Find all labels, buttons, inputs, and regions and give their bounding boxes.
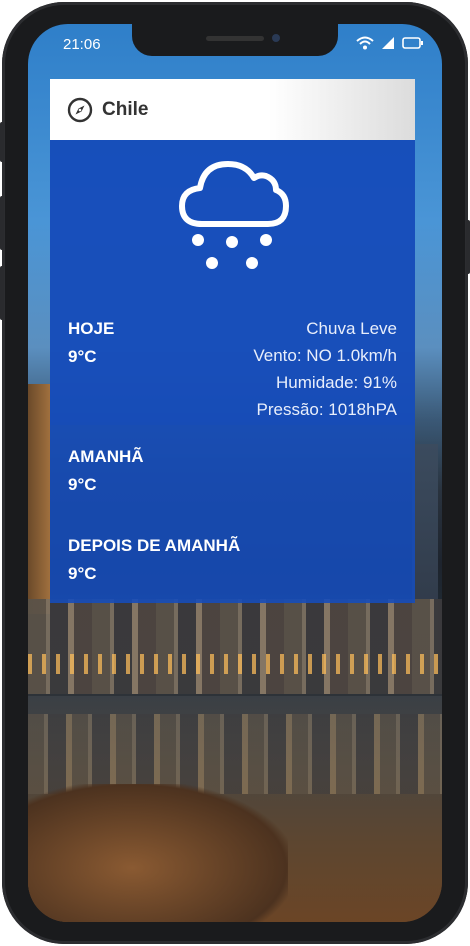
speaker <box>206 36 264 41</box>
tomorrow-label: AMANHÃ <box>68 447 144 466</box>
weather-card: HOJE 9°C Chuva Leve Vento: NO 1.0km/h Hu… <box>50 140 415 603</box>
today-pressure: Pressão: 1018hPA <box>256 400 398 419</box>
side-button <box>0 196 4 250</box>
day-after-section[interactable]: DEPOIS DE AMANHÃ 9°C <box>50 514 415 603</box>
cloud-snow-icon <box>179 161 289 269</box>
today-wind: Vento: NO 1.0km/h <box>253 346 397 365</box>
day-after-temperature: 9°C <box>68 564 97 583</box>
background-lights <box>28 654 442 674</box>
compass-icon[interactable] <box>67 97 93 123</box>
battery-icon <box>402 37 423 49</box>
status-time: 21:06 <box>63 36 101 53</box>
screen: 21:06 Chile HOJE 9°C Chuva Leve Vento: N… <box>28 24 442 922</box>
location-title: Chile <box>102 98 149 120</box>
today-section[interactable]: HOJE 9°C Chuva Leve Vento: NO 1.0km/h Hu… <box>50 140 415 425</box>
tomorrow-temperature: 9°C <box>68 475 97 494</box>
power-button <box>466 220 470 274</box>
today-condition: Chuva Leve <box>306 319 397 338</box>
wifi-icon <box>356 36 374 50</box>
today-humidity: Humidade: 91% <box>276 373 397 392</box>
background-rocks <box>28 784 288 922</box>
front-camera <box>272 34 280 42</box>
side-button <box>0 266 4 320</box>
background-city <box>28 599 442 694</box>
day-after-label: DEPOIS DE AMANHÃ <box>68 536 241 555</box>
background-cliff <box>28 384 50 614</box>
status-icons <box>356 36 424 50</box>
signal-icon <box>382 37 394 49</box>
side-button <box>0 122 4 162</box>
today-label: HOJE <box>68 319 115 338</box>
background-reflection <box>28 714 442 794</box>
today-temperature: 9°C <box>68 347 97 366</box>
tomorrow-section[interactable]: AMANHÃ 9°C <box>50 425 415 514</box>
app-bar: Chile <box>50 79 415 140</box>
